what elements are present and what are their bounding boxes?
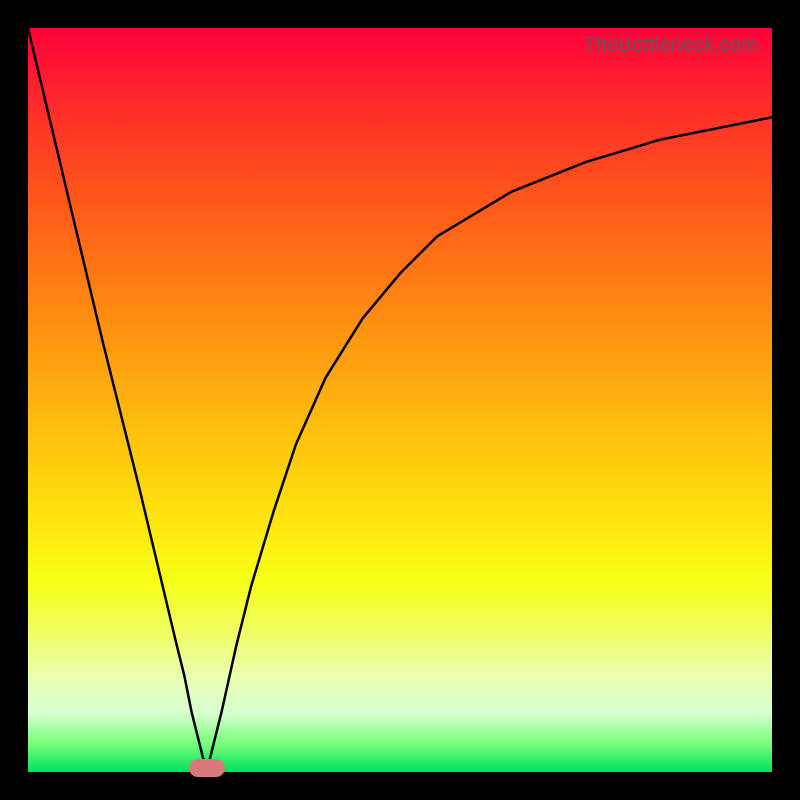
optimal-point-marker — [189, 759, 225, 777]
curve-right-segment — [207, 117, 772, 772]
plot-area: TheBottleneck.com — [28, 28, 772, 772]
chart-frame: TheBottleneck.com — [0, 0, 800, 800]
bottleneck-curve — [28, 28, 772, 772]
curve-left-segment — [28, 28, 207, 772]
